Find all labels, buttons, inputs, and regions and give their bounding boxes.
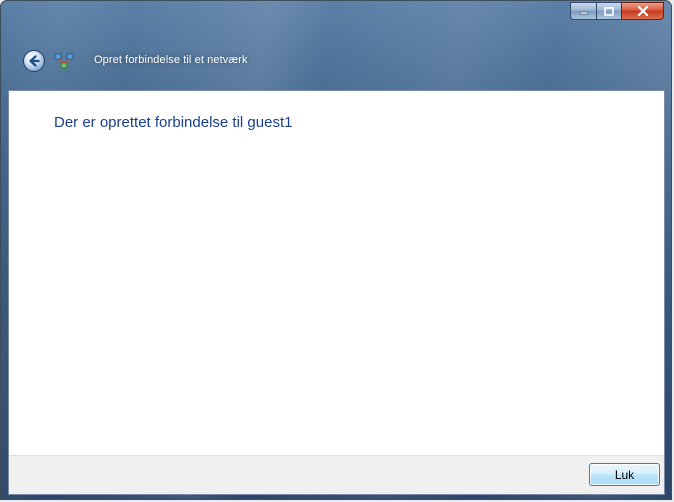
close-button[interactable]: Luk [589, 463, 660, 486]
dialog-footer [9, 455, 664, 494]
minimize-icon [579, 11, 588, 15]
caption-buttons [570, 2, 664, 20]
window-title: Opret forbindelse til et netværk [94, 54, 248, 66]
dialog-window: Opret forbindelse til et netværk Der er … [0, 0, 672, 500]
dialog-content-area [8, 90, 665, 495]
back-arrow-icon [29, 55, 40, 67]
close-icon [637, 6, 648, 16]
maximize-icon [604, 6, 614, 16]
close-window-button[interactable] [621, 2, 664, 20]
back-button[interactable] [23, 50, 45, 72]
connection-status-heading: Der er oprettet forbindelse til guest1 [54, 114, 293, 131]
minimize-button[interactable] [570, 2, 596, 20]
network-icon [54, 53, 74, 69]
maximize-button[interactable] [596, 2, 621, 20]
